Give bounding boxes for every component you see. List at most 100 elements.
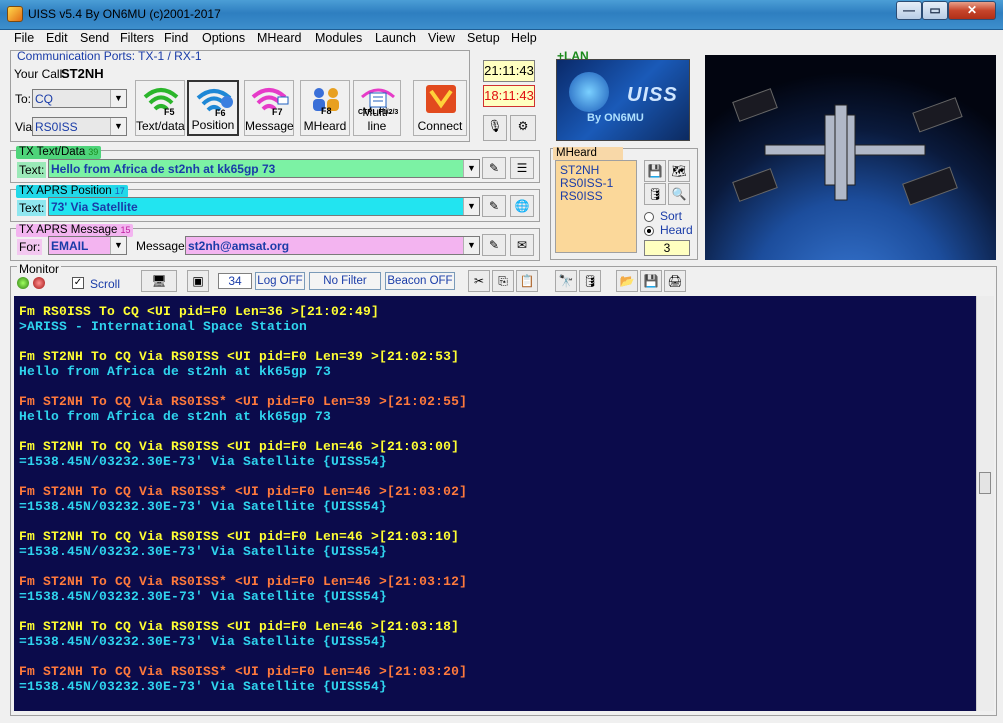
chevron-down-icon[interactable]: ▼ — [110, 237, 126, 254]
floppy-icon: 💾 — [643, 274, 659, 288]
chevron-down-icon[interactable]: ▼ — [110, 118, 126, 135]
chevron-down-icon[interactable]: ▼ — [463, 198, 479, 215]
menu-mheard[interactable]: MHeard — [257, 31, 301, 45]
map-button[interactable]: 🗺 — [668, 160, 690, 182]
edit-position-button[interactable]: ✎ — [482, 195, 506, 217]
globe-icon — [569, 72, 609, 112]
mheard-list[interactable]: ST2NH RS0ISS-1 RS0ISS — [555, 160, 637, 253]
connect-button[interactable]: Connect — [413, 80, 467, 136]
position-label: Position — [191, 118, 235, 132]
search-mheard-button[interactable]: 🔍 — [668, 183, 690, 205]
f8-key-label: F8 — [321, 106, 332, 116]
close-button[interactable]: ✕ — [948, 1, 996, 20]
console-payload-line: Hello from Africa de st2nh at kk65gp 73 — [19, 409, 332, 424]
console-scrollbar[interactable] — [976, 296, 994, 711]
f6-key-label: F6 — [215, 108, 226, 118]
find-button[interactable]: 🔭 — [555, 270, 577, 292]
binoculars-icon: 🔭 — [558, 274, 574, 288]
message-button[interactable]: F7 Message — [244, 80, 294, 136]
menu-setup[interactable]: Setup — [467, 31, 500, 45]
multi-line-button[interactable]: CTRL F1/2/3 Multi-line — [353, 80, 401, 136]
menu-filters[interactable]: Filters — [120, 31, 154, 45]
tx-aprs-position-label: Text: — [17, 200, 47, 216]
sort-radio[interactable] — [644, 212, 654, 222]
monitor-console[interactable]: Fm RS0ISS To CQ <UI pid=F0 Len=36 >[21:0… — [14, 296, 976, 711]
chevron-down-icon[interactable]: ▼ — [463, 237, 479, 254]
sort-label: Sort — [660, 209, 683, 223]
heard-radio[interactable] — [644, 226, 654, 236]
text-data-button[interactable]: F5 Text/data — [135, 80, 185, 136]
console-header-line: Fm ST2NH To CQ Via RS0ISS <UI pid=F0 Len… — [19, 529, 460, 544]
tx-text-title: TX Text/Data 39 — [16, 146, 102, 159]
console-header-line: Fm RS0ISS To CQ <UI pid=F0 Len=36 >[21:0… — [19, 304, 380, 319]
position-button[interactable]: F6 Position — [187, 80, 239, 136]
via-combo[interactable]: RS0ISS ▼ — [32, 117, 127, 136]
edit-icon: ✎ — [488, 161, 500, 175]
console-payload-line: =1538.45N/03232.30E-73' Via Satellite {U… — [19, 454, 388, 469]
mheard-item[interactable]: ST2NH — [560, 163, 599, 177]
open-button[interactable]: 📂 — [616, 270, 638, 292]
mheard-button[interactable]: F8 MHeard — [300, 80, 350, 136]
monitor-stats-button[interactable]: 🖥 — [141, 270, 177, 292]
map-icon: 🗺 — [671, 164, 687, 178]
copy-icon: ⎘ — [498, 274, 508, 288]
menu-modules[interactable]: Modules — [315, 31, 362, 45]
status-led-green — [17, 277, 29, 289]
scrollbar-thumb[interactable] — [979, 472, 991, 494]
scroll-checkbox[interactable]: ✓ — [72, 277, 84, 289]
database-button[interactable]: 🛢 — [644, 183, 666, 205]
minimize-button[interactable]: — — [896, 1, 922, 20]
tx-aprs-position-title-label: TX APRS Position — [19, 185, 112, 197]
wifi-mail-icon — [251, 88, 289, 111]
text-list-button[interactable]: ☰ — [510, 157, 534, 179]
paste-button[interactable]: 📋 — [516, 270, 538, 292]
heard-label: Heard — [660, 223, 693, 237]
cut-button[interactable]: ✂ — [468, 270, 490, 292]
edit-text-button[interactable]: ✎ — [482, 157, 506, 179]
microphone-button[interactable]: 🎙 — [483, 115, 507, 141]
console-header-line: Fm ST2NH To CQ Via RS0ISS* <UI pid=F0 Le… — [19, 484, 468, 499]
text-data-label: Text/data — [136, 119, 185, 133]
chevron-down-icon[interactable]: ▼ — [463, 160, 479, 177]
tx-aprs-message-title-label: TX APRS Message — [19, 224, 118, 236]
database-monitor-button[interactable]: 🛢 — [579, 270, 601, 292]
monitor-view-button[interactable]: ▣ — [187, 270, 209, 292]
mheard-item[interactable]: RS0ISS-1 — [560, 176, 613, 190]
menu-find[interactable]: Find — [164, 31, 188, 45]
menu-options[interactable]: Options — [202, 31, 245, 45]
connect-label: Connect — [417, 119, 463, 133]
chevron-down-icon[interactable]: ▼ — [110, 90, 126, 107]
for-combo[interactable]: EMAIL ▼ — [48, 236, 127, 255]
tx-aprs-position-input[interactable]: 73' Via Satellite ▼ — [48, 197, 480, 216]
menu-file[interactable]: File — [14, 31, 34, 45]
save-mheard-button[interactable]: 💾 — [644, 160, 666, 182]
filter-button[interactable]: No Filter — [309, 272, 381, 290]
edit-message-button[interactable]: ✎ — [482, 234, 506, 256]
database-icon: 🛢 — [647, 187, 663, 201]
console-payload-line: Hello from Africa de st2nh at kk65gp 73 — [19, 364, 332, 379]
menu-edit[interactable]: Edit — [46, 31, 68, 45]
save-button[interactable]: 💾 — [640, 270, 662, 292]
menu-view[interactable]: View — [428, 31, 455, 45]
mheard-count: 3 — [644, 240, 690, 256]
menu-send[interactable]: Send — [80, 31, 109, 45]
log-toggle-button[interactable]: Log OFF — [255, 272, 305, 290]
to-combo[interactable]: CQ ▼ — [32, 89, 127, 108]
position-globe-button[interactable]: 🌐 — [510, 195, 534, 217]
sound-settings-button[interactable]: ⚙ — [510, 115, 536, 141]
copy-button[interactable]: ⎘ — [492, 270, 514, 292]
menu-launch[interactable]: Launch — [375, 31, 416, 45]
print-button[interactable]: 🖨 — [664, 270, 686, 292]
console-header-line: Fm ST2NH To CQ Via RS0ISS* <UI pid=F0 Le… — [19, 394, 468, 409]
console-header-line: Fm ST2NH To CQ Via RS0ISS <UI pid=F0 Len… — [19, 619, 460, 634]
menu-help[interactable]: Help — [511, 31, 537, 45]
message-input[interactable]: st2nh@amsat.org ▼ — [185, 236, 480, 255]
tx-text-input[interactable]: Hello from Africa de st2nh at kk65gp 73 … — [48, 159, 480, 178]
local-clock: 21:11:43 — [483, 60, 535, 82]
list-icon: ☰ — [516, 161, 528, 175]
mheard-item[interactable]: RS0ISS — [560, 189, 603, 203]
beacon-toggle-button[interactable]: Beacon OFF — [385, 272, 455, 290]
maximize-button[interactable]: ▭ — [922, 1, 948, 20]
send-email-button[interactable]: ✉ — [510, 234, 534, 256]
edit-icon: ✎ — [488, 199, 500, 213]
